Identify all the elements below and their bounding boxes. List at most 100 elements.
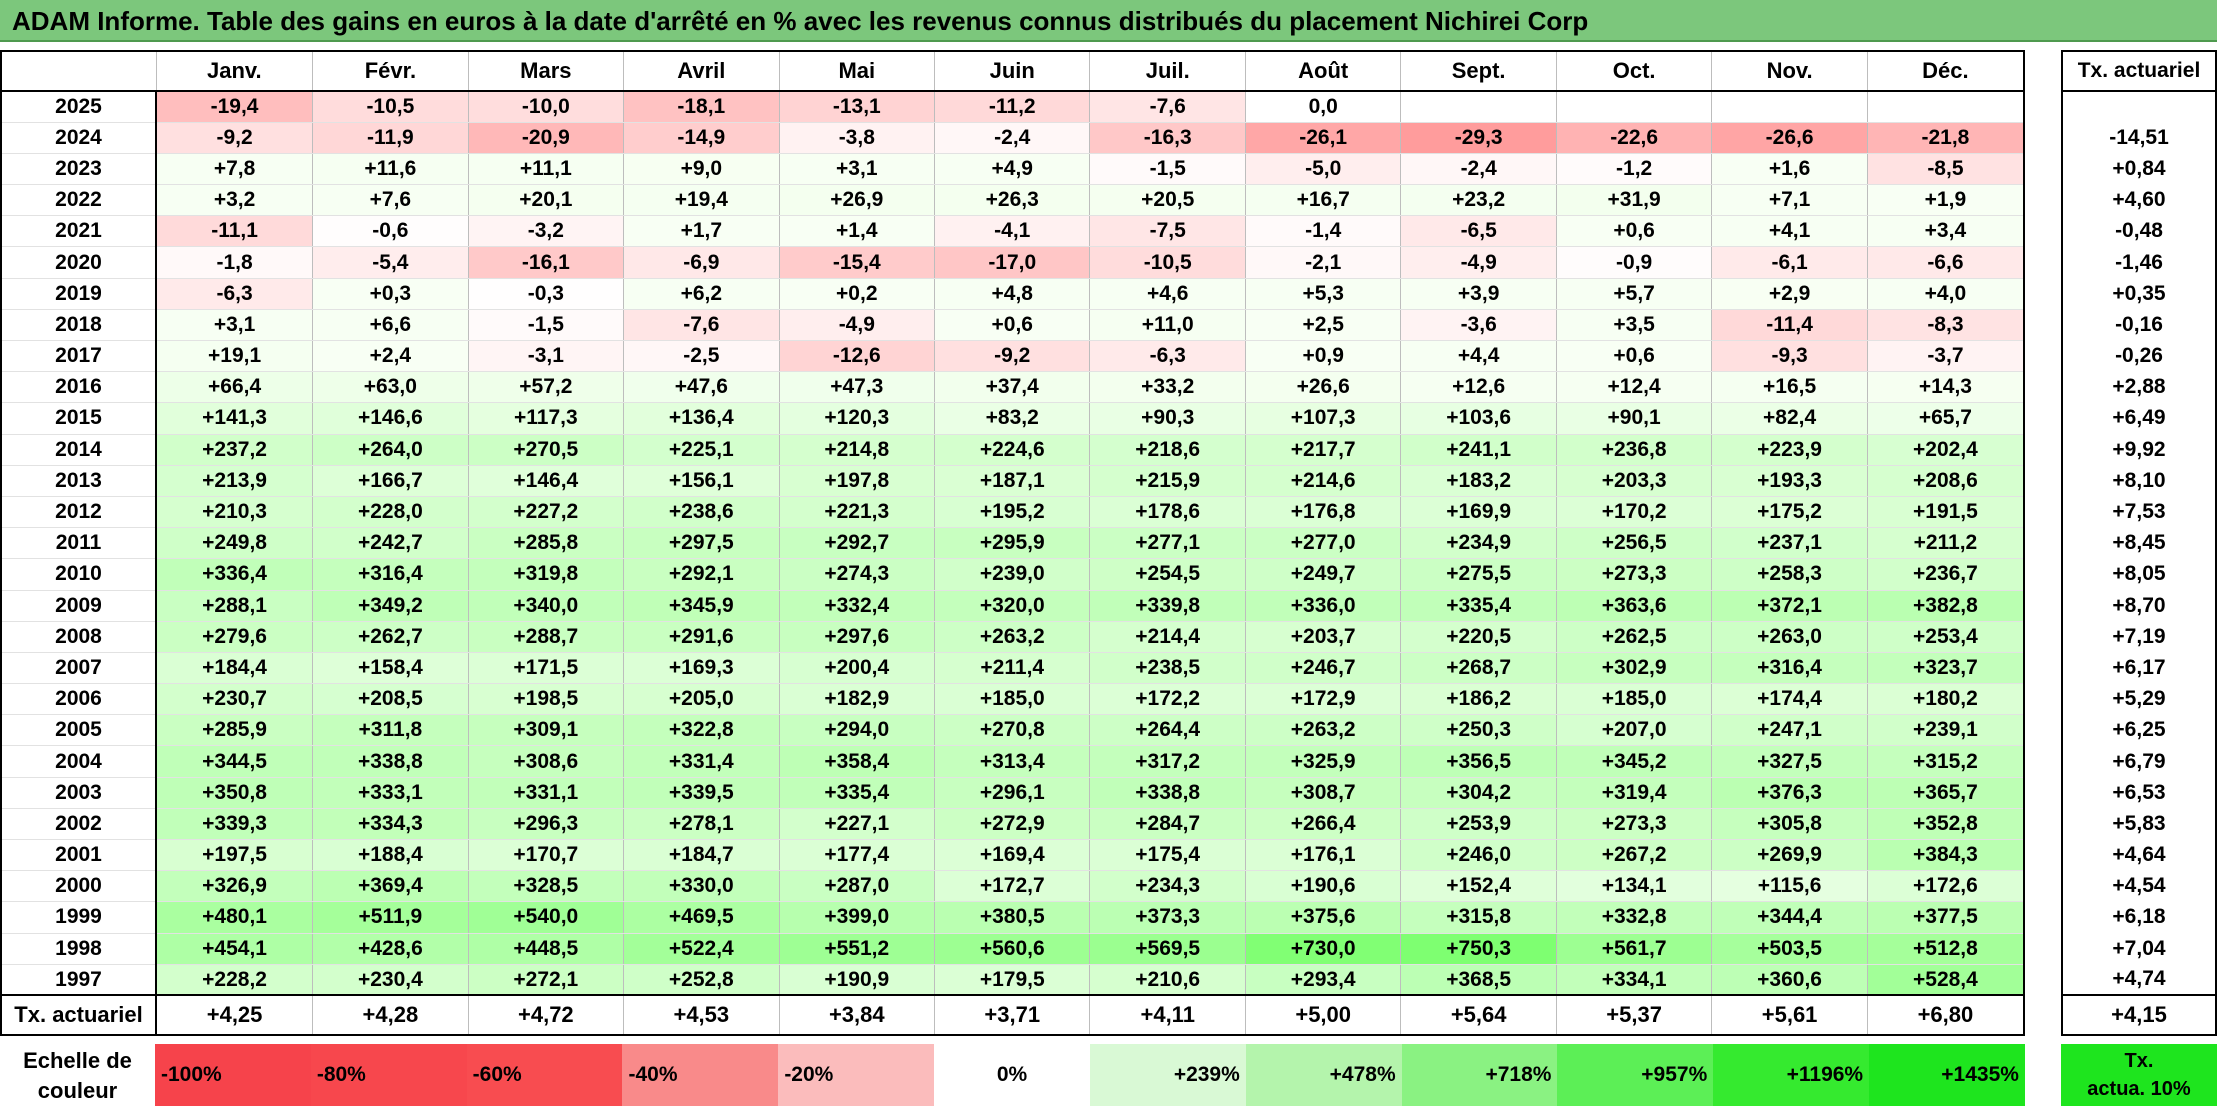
gain-cell: +12,4: [1555, 371, 1713, 404]
gain-cell: +273,3: [1555, 558, 1713, 591]
tx-actuariel-month-cell: +5,37: [1555, 994, 1713, 1036]
gain-cell: +384,3: [1866, 838, 2025, 872]
month-header: Juin: [934, 51, 1091, 92]
gain-cell: +175,4: [1089, 838, 1246, 872]
tx-actuariel-cell: -0,16: [2115, 312, 2163, 336]
gain-cell: +66,4: [155, 371, 314, 404]
color-scale-label: Echelle de couleur: [0, 1044, 155, 1106]
year-label: 2019: [1, 277, 157, 310]
gain-cell: +316,4: [312, 558, 469, 591]
year-label: 2008: [1, 620, 157, 653]
gain-cell: +334,1: [1555, 963, 1713, 996]
gain-cell: +228,0: [312, 495, 469, 529]
gain-cell: -11,9: [312, 121, 469, 154]
gain-cell: -6,1: [1711, 246, 1868, 279]
gain-cell: -10,5: [1089, 246, 1246, 279]
year-label: 2001: [1, 838, 157, 872]
gain-cell: -6,5: [1400, 215, 1557, 248]
year-label: 2015: [1, 402, 157, 435]
gain-cell: -11,1: [155, 215, 314, 248]
tx-actuariel-cell: +4,54: [2112, 874, 2166, 898]
gain-cell: +47,3: [778, 371, 936, 404]
gain-cell: +193,3: [1711, 464, 1868, 497]
tx-row: -0,16: [2062, 309, 2216, 340]
gain-cell: +3,9: [1400, 277, 1557, 310]
gain-cell: +3,1: [155, 308, 314, 342]
year-label: 2018: [1, 308, 157, 342]
table-row: 2002 +339,3 +334,3 +296,3 +278,1 +227,1 +272,9…: [1, 807, 2025, 841]
tx-actuariel-cell: +6,17: [2112, 655, 2166, 679]
tx-row: +0,35: [2062, 278, 2216, 309]
gain-cell: +246,0: [1400, 838, 1557, 872]
tx-row: +6,17: [2062, 652, 2216, 683]
color-scale-step: +1196%: [1713, 1044, 1870, 1106]
gain-cell: +279,6: [155, 620, 314, 653]
gain-cell: +203,7: [1244, 620, 1402, 653]
gain-cell: +330,0: [623, 870, 780, 903]
tx-row: +4,64: [2062, 840, 2216, 871]
year-label: 2023: [1, 152, 157, 186]
gain-cell: -10,0: [467, 90, 625, 123]
tx-actuariel-cell: +8,45: [2112, 531, 2166, 555]
tx-actuariel-month-cell: +4,11: [1089, 994, 1246, 1036]
gain-cell: -2,4: [934, 121, 1091, 154]
gain-cell: +375,6: [1244, 901, 1402, 934]
gain-cell: +197,8: [778, 464, 936, 497]
gain-cell: -3,6: [1400, 308, 1557, 342]
gain-cell: -0,9: [1555, 246, 1713, 279]
gain-cell: +227,2: [467, 495, 625, 529]
gain-cell: +188,4: [312, 838, 469, 872]
gain-cell: +0,6: [1555, 339, 1713, 373]
year-label: 1999: [1, 901, 157, 934]
gain-cell: +262,5: [1555, 620, 1713, 653]
tx-actuariel-cell: +4,74: [2112, 967, 2166, 991]
color-scale-step: -100%: [155, 1044, 311, 1106]
table-row: 2024 -9,2 -11,9 -20,9 -14,9 -3,8 -2,4 -16,3 -26,…: [1, 121, 2025, 154]
gain-cell: +268,7: [1400, 651, 1557, 685]
gain-cell: +372,1: [1711, 589, 1868, 622]
gain-cell: +179,5: [934, 963, 1091, 996]
gain-cell: +12,6: [1400, 371, 1557, 404]
gain-cell: -19,4: [155, 90, 314, 123]
gain-cell: +296,3: [467, 807, 625, 841]
gain-cell: +236,8: [1555, 433, 1713, 466]
gain-cell: +0,6: [1555, 215, 1713, 248]
gain-cell: +230,7: [155, 683, 314, 716]
tx-row: +6,79: [2062, 746, 2216, 777]
gain-cell: -5,4: [312, 246, 469, 279]
gain-cell: +3,2: [155, 184, 314, 217]
tx-row: +4,60: [2062, 185, 2216, 216]
tx-row: [2062, 91, 2216, 122]
gain-cell: +284,7: [1089, 807, 1246, 841]
gain-cell: -1,5: [1089, 152, 1246, 186]
gain-cell: +294,0: [778, 714, 936, 747]
gain-cell: +264,0: [312, 433, 469, 466]
year-label: 2021: [1, 215, 157, 248]
gain-cell: +270,5: [467, 433, 625, 466]
table-row: 2015 +141,3 +146,6 +117,3 +136,4 +120,3 +83,2 +…: [1, 402, 2025, 435]
gain-cell: +4,0: [1866, 277, 2025, 310]
tx-actuariel-cell: -0,26: [2115, 344, 2163, 368]
tx-actuariel-cell: [2062, 91, 2216, 122]
color-scale-step: -80%: [310, 1044, 467, 1106]
table-row: 2020 -1,8 -5,4 -16,1 -6,9 -15,4 -17,0 -10,5 -2,1…: [1, 246, 2025, 279]
color-scale: -100% -80% -60% -40% -20% 0% +239% +478% +718% +9…: [155, 1044, 2025, 1106]
gain-cell: [1400, 90, 1557, 123]
month-header-row: Janv. Févr. Mars Avril Mai Juin Juil. Août Sept.…: [1, 51, 2025, 92]
table-row: 2017 +19,1 +2,4 -3,1 -2,5 -12,6 -9,2 -6,3 +0,9 +4…: [1, 339, 2025, 373]
year-label: 2012: [1, 495, 157, 529]
tx-row: +6,25: [2062, 715, 2216, 746]
gain-cell: +26,3: [934, 184, 1091, 217]
gain-cell: +170,2: [1555, 495, 1713, 529]
gain-cell: +23,2: [1400, 184, 1557, 217]
color-scale-step: -20%: [778, 1044, 935, 1106]
gain-cell: +363,6: [1555, 589, 1713, 622]
gain-cell: +211,4: [934, 651, 1091, 685]
tx-row: +8,70: [2062, 590, 2216, 621]
gain-cell: +210,3: [155, 495, 314, 529]
gain-cell: +208,5: [312, 683, 469, 716]
tx-actuariel-total-row: +4,15: [2062, 994, 2216, 1036]
tx-actuariel-cell: +2,88: [2112, 375, 2166, 399]
gain-cell: -10,5: [312, 90, 469, 123]
gain-cell: +291,6: [623, 620, 780, 653]
